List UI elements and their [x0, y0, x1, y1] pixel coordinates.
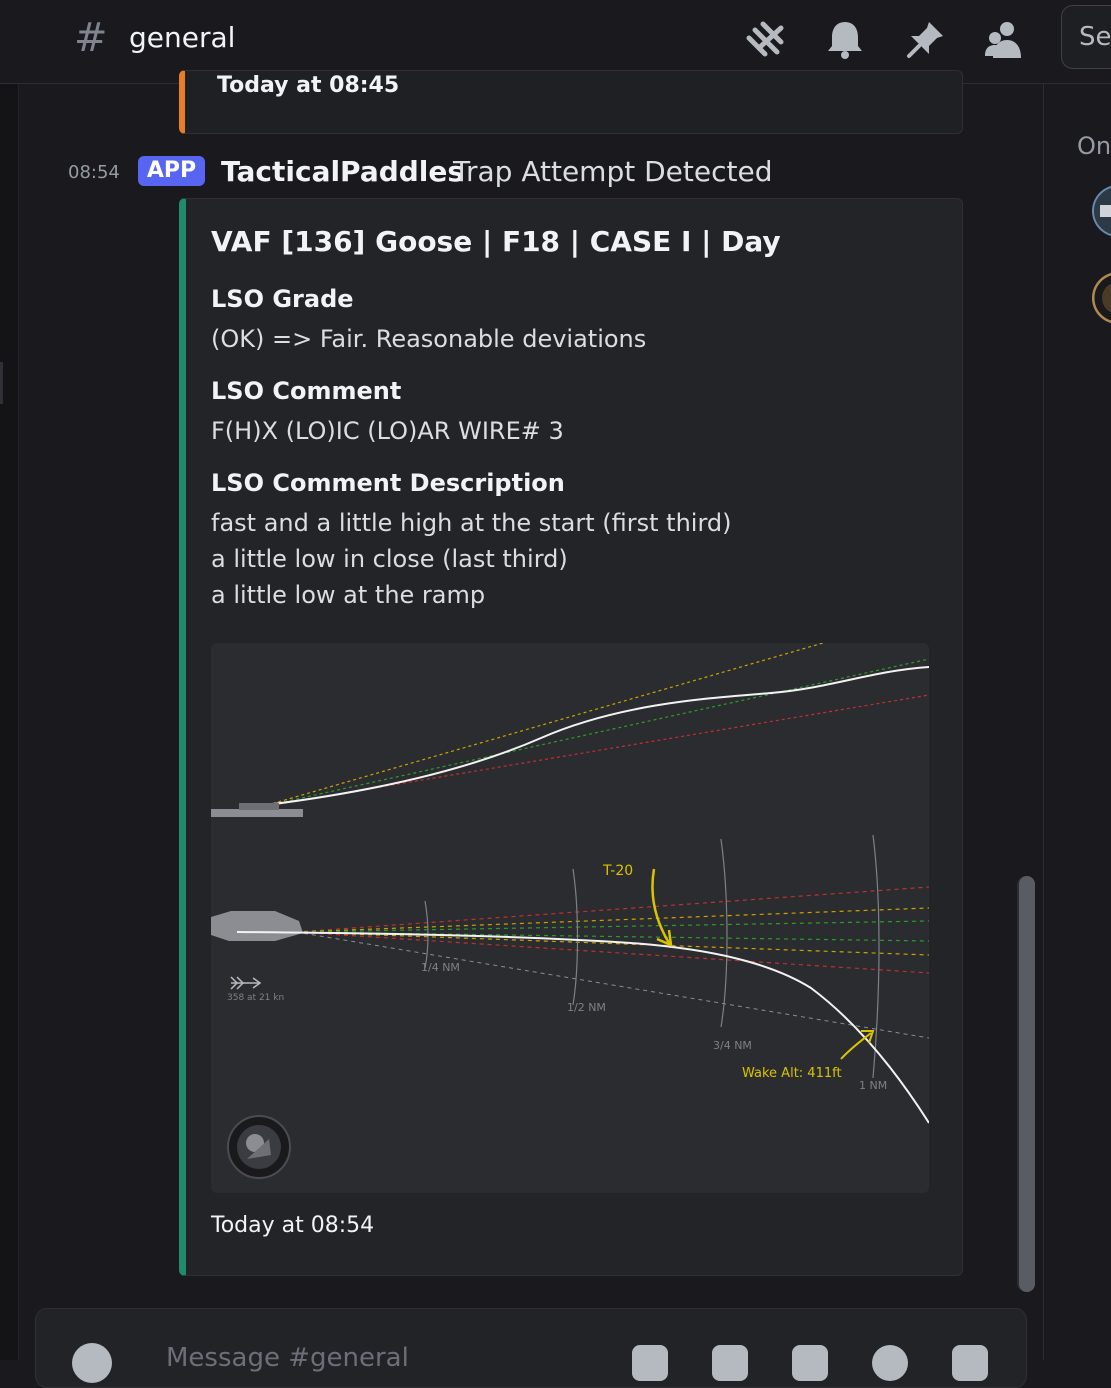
- channel-name: general: [129, 21, 236, 54]
- gif-icon[interactable]: [712, 1345, 748, 1381]
- sticker-icon[interactable]: [792, 1345, 828, 1381]
- wake-altitude-label: Wake Alt: 411ft: [742, 1066, 842, 1081]
- threads-icon[interactable]: [743, 18, 787, 62]
- message-timestamp: 08:54: [68, 162, 120, 183]
- t20-label: T-20: [603, 863, 634, 879]
- search-box[interactable]: Se: [1061, 5, 1111, 69]
- pin-icon[interactable]: [903, 18, 947, 62]
- apps-icon[interactable]: [952, 1345, 988, 1381]
- wake-arrow: [840, 1030, 875, 1060]
- trap-diagram-image[interactable]: T-20 358 at 21 kn 1/4 NM 1/2 NM 3/4 NM 1…: [211, 643, 929, 1193]
- distance-label-three-quarter: 3/4 NM: [713, 1039, 752, 1052]
- app-badge: APP: [138, 156, 205, 186]
- emoji-icon[interactable]: [872, 1345, 908, 1381]
- wind-label: 358 at 21 kn: [227, 993, 285, 1003]
- message-composer[interactable]: Message #general: [35, 1308, 1027, 1388]
- scrollbar-thumb[interactable]: [1019, 876, 1035, 1292]
- member-avatar[interactable]: [1092, 185, 1111, 237]
- message-author[interactable]: TacticalPaddles: [221, 153, 464, 191]
- field-value-lso-grade: (OK) => Fair. Reasonable deviations: [211, 325, 647, 353]
- t20-arrow: [651, 868, 673, 948]
- gift-icon[interactable]: [632, 1345, 668, 1381]
- left-edge-tick: [0, 362, 3, 404]
- composer-placeholder: Message #general: [166, 1343, 409, 1373]
- embed-title: VAF [136] Goose | F18 | CASE I | Day: [211, 225, 781, 258]
- message-text: Trap Attempt Detected: [453, 155, 773, 188]
- field-name-lso-comment: LSO Comment: [211, 377, 402, 405]
- left-edge: [0, 84, 18, 1360]
- tactical-paddles-logo: [227, 1115, 291, 1179]
- bell-icon[interactable]: [823, 18, 867, 62]
- field-name-lso-description: LSO Comment Description: [211, 469, 565, 497]
- member-list-divider: [1043, 84, 1044, 1360]
- previous-embed: Today at 08:45: [179, 70, 963, 134]
- distance-label-quarter: 1/4 NM: [421, 961, 460, 974]
- left-edge-border: [18, 84, 19, 1360]
- field-name-lso-grade: LSO Grade: [211, 285, 354, 313]
- embed-footer-timestamp: Today at 08:54: [211, 1213, 375, 1238]
- field-description-line: fast and a little high at the start (fir…: [211, 509, 732, 537]
- field-description-line: a little low at the ramp: [211, 581, 486, 609]
- member-avatar[interactable]: [1092, 272, 1111, 324]
- field-description-line: a little low in close (last third): [211, 545, 568, 573]
- distance-label-one: 1 NM: [859, 1079, 888, 1092]
- online-header: On: [1077, 132, 1111, 160]
- search-placeholder: Se: [1079, 22, 1111, 52]
- distance-label-half: 1/2 NM: [567, 1001, 606, 1014]
- side-view-glideslope: [211, 643, 929, 817]
- trap-embed: VAF [136] Goose | F18 | CASE I | Day LSO…: [179, 198, 963, 1276]
- add-icon[interactable]: [72, 1343, 112, 1383]
- previous-embed-timestamp: Today at 08:45: [217, 73, 400, 98]
- hash-icon: #: [74, 15, 108, 61]
- members-icon[interactable]: [983, 18, 1027, 62]
- field-value-lso-comment: F(H)X (LO)IC (LO)AR WIRE# 3: [211, 417, 564, 445]
